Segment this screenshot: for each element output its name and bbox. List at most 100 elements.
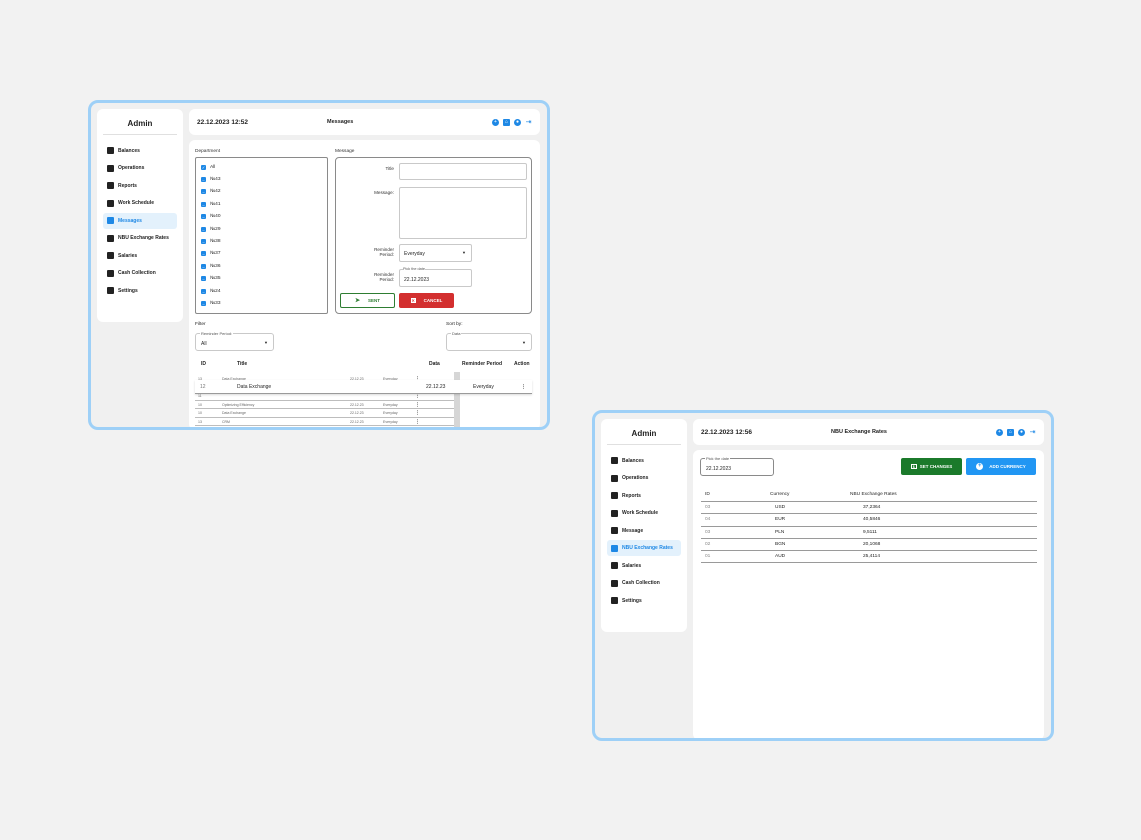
cancel-button[interactable]: ✕ CANCEL bbox=[399, 293, 454, 308]
filter-reminder-select[interactable]: Reminder Period: All ▼ bbox=[195, 331, 274, 351]
sidebar-item[interactable]: Balances bbox=[607, 453, 681, 469]
exchange-icon bbox=[611, 544, 618, 552]
sidebar-item[interactable]: Salaries bbox=[607, 558, 681, 574]
checkbox-icon[interactable]: – bbox=[201, 300, 206, 306]
sidebar-item[interactable]: Balances bbox=[103, 143, 177, 159]
cell-period: Everyday bbox=[383, 402, 398, 407]
checkbox-icon[interactable]: ✓ bbox=[201, 164, 206, 170]
set-changes-label: SET CHANGES bbox=[919, 464, 953, 469]
checkbox-icon[interactable]: – bbox=[201, 288, 206, 294]
more-icon[interactable]: ⋮ bbox=[415, 410, 420, 416]
sidebar-item[interactable]: Reports bbox=[103, 178, 177, 194]
chevron-down-icon: ▼ bbox=[462, 250, 466, 255]
sidebar-item[interactable]: NBU Exchange Rates bbox=[103, 230, 177, 246]
sidebar-item[interactable]: Settings bbox=[103, 283, 177, 299]
sidebar-item[interactable]: Cash Collection bbox=[103, 265, 177, 281]
department-item[interactable]: – №29 bbox=[196, 223, 327, 235]
filter-label: Filter bbox=[195, 322, 206, 327]
add-currency-button[interactable]: + ADD CURRENCY bbox=[966, 458, 1036, 475]
row-period: Everyday bbox=[473, 384, 494, 390]
sidebar-item[interactable]: Operations bbox=[607, 470, 681, 486]
checkbox-icon[interactable]: – bbox=[201, 189, 206, 195]
department-item[interactable]: – №41 bbox=[196, 198, 327, 210]
sidebar-item[interactable]: Message bbox=[607, 523, 681, 539]
message-textarea[interactable] bbox=[399, 187, 527, 239]
more-icon[interactable]: ⋮ bbox=[415, 419, 420, 425]
gear-icon bbox=[107, 287, 114, 294]
table-row-highlighted[interactable]: 12 Data Exchange 22.12.23 Everyday ⋮ bbox=[195, 380, 532, 394]
sidebar-item[interactable]: Reports bbox=[607, 488, 681, 504]
logout-icon[interactable]: ⇥ bbox=[1029, 429, 1036, 436]
table-row[interactable]: 10 Optimizing Efficiency 22.12.23 Everyday ⋮ bbox=[195, 401, 454, 409]
department-item[interactable]: – №42 bbox=[196, 186, 327, 198]
col-currency: Currency bbox=[770, 492, 790, 497]
department-item[interactable]: – №40 bbox=[196, 211, 327, 223]
more-icon[interactable]: ⋮ bbox=[415, 402, 420, 408]
user-icon[interactable]: ● bbox=[1018, 428, 1025, 436]
cell-id: 03 bbox=[705, 529, 711, 535]
department-item-label: №29 bbox=[210, 226, 221, 232]
sort-select[interactable]: Data ▼ bbox=[446, 331, 532, 351]
date-picker[interactable]: Pick the date 22.12.2023 bbox=[700, 456, 774, 476]
reports-icon bbox=[107, 182, 114, 189]
sidebar-item[interactable]: Salaries bbox=[103, 248, 177, 264]
messages-window: Admin Balances Operations Reports Work Sche… bbox=[88, 100, 550, 430]
department-item[interactable]: – №37 bbox=[196, 248, 327, 260]
checkbox-icon[interactable]: – bbox=[201, 251, 206, 257]
sent-button[interactable]: ➤ SENT bbox=[340, 293, 395, 308]
table-row[interactable]: 13 CRM 22.12.23 Everyday ⋮ bbox=[195, 418, 454, 426]
more-icon[interactable]: ⋮ bbox=[415, 427, 420, 430]
department-item[interactable]: – №38 bbox=[196, 235, 327, 247]
table-row[interactable]: 12 Optimizing Efficiency 22.12.23 Everyday ⋮ bbox=[195, 426, 454, 430]
reminder-period-select[interactable]: Everyday ▼ bbox=[399, 244, 472, 262]
checkbox-icon[interactable]: – bbox=[201, 214, 206, 220]
logout-icon[interactable]: ⇥ bbox=[525, 119, 532, 126]
home-icon[interactable]: ⌂ bbox=[503, 118, 510, 126]
table-row[interactable]: 03 USD 37,2364 bbox=[701, 502, 1037, 515]
table-row[interactable]: 10 Data Exchange 22.12.23 Everyday ⋮ bbox=[195, 409, 454, 418]
set-changes-button[interactable]: $ SET CHANGES bbox=[901, 458, 962, 475]
table-row[interactable]: 04 EUR 40,5846 bbox=[701, 514, 1037, 527]
home-icon[interactable]: ⌂ bbox=[1007, 428, 1014, 436]
page-title: Messages bbox=[327, 119, 354, 125]
table-row[interactable]: 02 BGN 20,1068 bbox=[701, 539, 1037, 552]
checkbox-icon[interactable]: – bbox=[201, 177, 206, 183]
checkbox-icon[interactable]: – bbox=[201, 276, 206, 282]
sidebar-item[interactable]: Messages bbox=[103, 212, 177, 229]
department-item[interactable]: ✓ All bbox=[196, 161, 327, 173]
date-picker[interactable]: Pick the date 22.12.2023 bbox=[399, 267, 472, 287]
department-item[interactable]: – №35 bbox=[196, 273, 327, 285]
department-item[interactable]: – №24 bbox=[196, 285, 327, 297]
checkbox-icon[interactable]: – bbox=[201, 201, 206, 207]
title-input[interactable] bbox=[399, 163, 527, 180]
cell-currency: EUR bbox=[775, 517, 786, 523]
salaries-icon bbox=[611, 562, 618, 569]
cell-period: Everyday bbox=[383, 419, 398, 424]
sidebar-item[interactable]: Settings bbox=[607, 593, 681, 609]
plus-icon[interactable]: + bbox=[492, 118, 499, 126]
sidebar-item[interactable]: Work Schedule bbox=[103, 195, 177, 211]
sidebar-item[interactable]: NBU Exchange Rates bbox=[607, 540, 681, 556]
cell-currency: BGN bbox=[775, 541, 786, 547]
checkbox-icon[interactable]: – bbox=[201, 263, 206, 269]
cell-rate: 20,1068 bbox=[863, 541, 881, 547]
cell-id: 04 bbox=[705, 517, 711, 523]
more-icon[interactable]: ⋮ bbox=[521, 384, 526, 390]
operations-icon bbox=[611, 474, 618, 482]
filter-reminder-value: All bbox=[201, 341, 207, 347]
sidebar-item-label: NBU Exchange Rates bbox=[118, 235, 169, 241]
checkbox-icon[interactable]: – bbox=[201, 239, 206, 245]
department-item[interactable]: – №43 bbox=[196, 173, 327, 185]
department-item[interactable]: – №33 bbox=[196, 297, 327, 309]
sidebar-item[interactable]: Operations bbox=[103, 160, 177, 176]
sidebar-title: Admin bbox=[607, 419, 681, 445]
department-item-label: All bbox=[210, 164, 216, 170]
table-row[interactable]: 03 PLN 9,5111 bbox=[701, 527, 1037, 539]
department-item[interactable]: – №36 bbox=[196, 260, 327, 272]
checkbox-icon[interactable]: – bbox=[201, 226, 206, 232]
sidebar-item[interactable]: Work Schedule bbox=[607, 505, 681, 521]
user-icon[interactable]: ● bbox=[514, 118, 521, 126]
table-row[interactable]: 01 AUD 25,4114 bbox=[701, 551, 1037, 564]
plus-icon[interactable]: + bbox=[996, 428, 1003, 436]
sidebar-item[interactable]: Cash Collection bbox=[607, 575, 681, 591]
